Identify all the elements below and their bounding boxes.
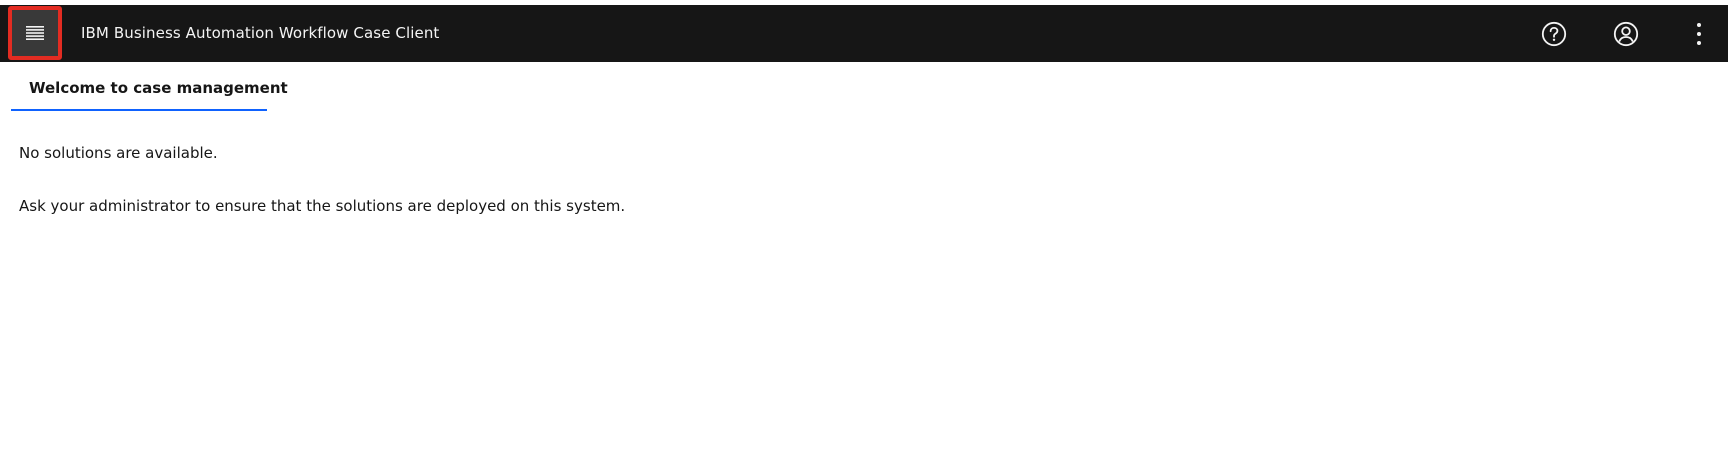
- main-menu-button[interactable]: [8, 6, 62, 60]
- help-button[interactable]: [1533, 13, 1575, 55]
- top-header-bar: IBM Business Automation Workflow Case Cl…: [0, 5, 1728, 62]
- tab-welcome-label: Welcome to case management: [29, 79, 288, 97]
- no-solutions-message: No solutions are available.: [19, 144, 218, 162]
- app-title: IBM Business Automation Workflow Case Cl…: [81, 24, 440, 42]
- case-client-page: IBM Business Automation Workflow Case Cl…: [0, 0, 1728, 458]
- overflow-menu-icon: [1697, 23, 1701, 45]
- hamburger-menu-icon: [26, 26, 44, 40]
- overflow-menu-button[interactable]: [1678, 13, 1720, 55]
- admin-instructions-message: Ask your administrator to ensure that th…: [19, 197, 626, 215]
- help-icon: [1541, 21, 1567, 47]
- menu-button-inner: [16, 14, 54, 52]
- user-avatar-icon: [1613, 21, 1639, 47]
- tab-welcome[interactable]: Welcome to case management: [11, 62, 288, 111]
- user-profile-button[interactable]: [1605, 13, 1647, 55]
